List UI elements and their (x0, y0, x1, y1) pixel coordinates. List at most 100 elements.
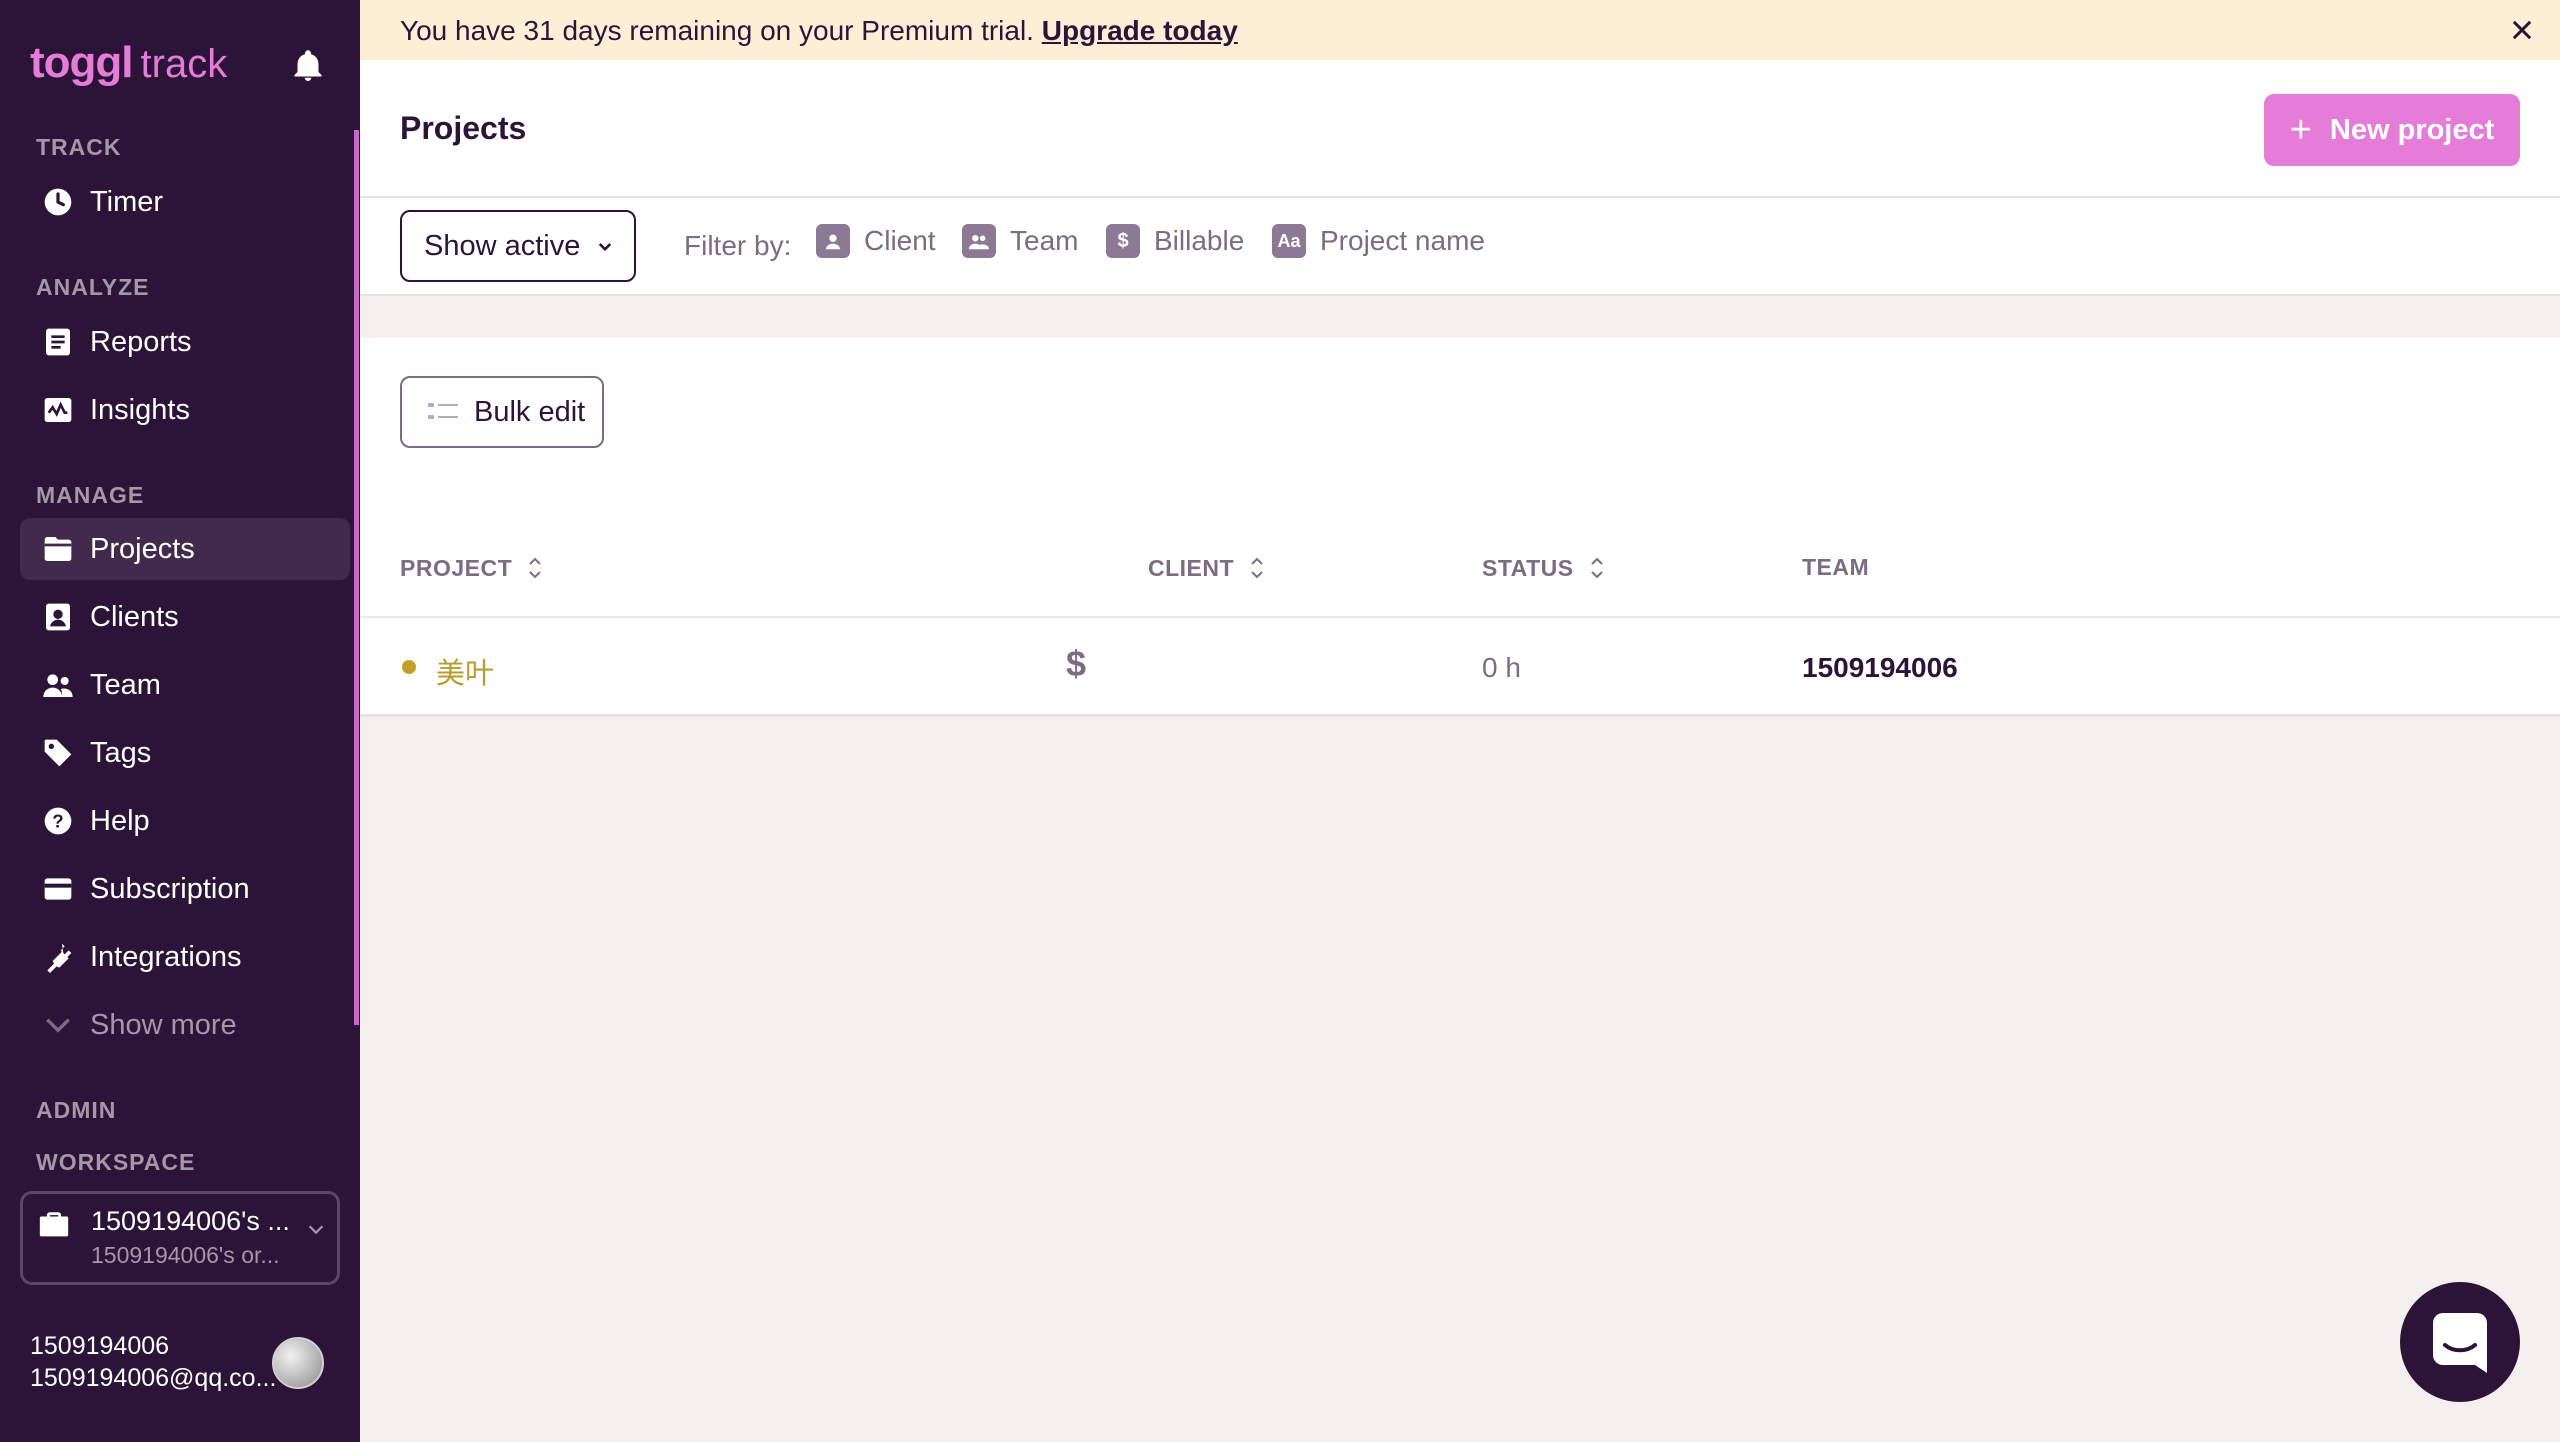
workspace-switcher[interactable]: 1509194006's ... 1509194006's or... (20, 1191, 340, 1285)
credit-card-icon (20, 858, 84, 920)
sidebar-item-label: Projects (90, 532, 195, 565)
logo-primary: toggl (30, 38, 134, 87)
sidebar-item-label: Tags (90, 736, 152, 769)
sidebar-item-tags[interactable]: Tags (20, 722, 350, 784)
list-icon (428, 403, 458, 419)
column-header-project[interactable]: PROJECT (400, 554, 544, 582)
help-icon: ? (20, 790, 84, 852)
sidebar-item-label: Reports (90, 325, 192, 358)
avatar[interactable] (272, 1337, 324, 1389)
sidebar-item-insights[interactable]: Insights (20, 379, 350, 441)
clock-icon (20, 171, 84, 233)
section-manage: MANAGE (36, 482, 145, 508)
sidebar-item-show-more[interactable]: Show more (20, 994, 350, 1056)
project-color-dot (402, 660, 416, 674)
user-id[interactable]: 1509194006 (30, 1332, 169, 1361)
upgrade-link[interactable]: Upgrade today (1042, 15, 1238, 46)
sidebar-item-label: Help (90, 804, 150, 837)
close-icon[interactable] (2508, 16, 2536, 44)
page-header: Projects + New project (360, 60, 2560, 198)
divider (360, 714, 2560, 717)
team-icon (20, 654, 84, 716)
sidebar-item-label: Team (90, 668, 161, 701)
sidebar-item-projects[interactable]: Projects (20, 518, 350, 580)
sidebar-item-label: Clients (90, 600, 179, 633)
column-label: CLIENT (1148, 554, 1235, 581)
sidebar-item-subscription[interactable]: Subscription (20, 858, 350, 920)
plug-icon (20, 926, 84, 988)
dollar-icon: $ (1106, 224, 1140, 258)
text-icon: Aa (1272, 224, 1306, 258)
folder-icon (20, 518, 84, 580)
briefcase-icon (39, 1212, 69, 1237)
project-team: 1509194006 (1802, 652, 1958, 683)
filter-client-label: Client (864, 225, 936, 256)
show-select-value: Show active (424, 229, 581, 262)
insights-icon (20, 379, 84, 441)
chat-icon (2433, 1313, 2487, 1373)
divider (360, 616, 2560, 618)
chat-launcher-button[interactable] (2400, 1282, 2520, 1402)
projects-panel: Bulk edit PROJECT CLIENT STATUS TEAM 美叶 … (360, 338, 2560, 717)
sidebar-item-timer[interactable]: Timer (20, 171, 350, 233)
logo-secondary: track (140, 42, 228, 86)
sidebar: toggl track TRACK Timer ANALYZE Reports … (0, 0, 360, 1442)
column-header-team: TEAM (1802, 554, 1869, 581)
sidebar-item-reports[interactable]: Reports (20, 311, 350, 373)
sidebar-item-label: Timer (90, 185, 164, 218)
filter-label: Filter by: (684, 230, 792, 261)
reports-icon (20, 311, 84, 373)
project-status: 0 h (1482, 652, 1521, 683)
sidebar-scrollbar[interactable] (354, 130, 359, 1025)
column-label: STATUS (1482, 554, 1574, 581)
svg-text:?: ? (52, 811, 63, 832)
column-label: TEAM (1802, 554, 1870, 580)
client-icon (816, 224, 850, 258)
chevron-down-icon (598, 243, 612, 252)
sidebar-item-label: Subscription (90, 872, 250, 905)
sidebar-item-label: Integrations (90, 940, 242, 973)
workspace-name: 1509194006's ... (91, 1206, 290, 1236)
banner-text: You have 31 days remaining on your Premi… (400, 15, 1238, 47)
page-title: Projects (400, 110, 527, 146)
filter-client[interactable]: Client (816, 224, 936, 258)
column-label: PROJECT (400, 554, 513, 581)
trial-banner: You have 31 days remaining on your Premi… (360, 0, 2560, 60)
filter-billable-label: Billable (1154, 225, 1245, 256)
chevron-down-icon (308, 1225, 324, 1235)
chevron-down-icon (20, 994, 84, 1056)
new-project-button[interactable]: + New project (2264, 94, 2520, 166)
bulk-edit-button[interactable]: Bulk edit (400, 376, 604, 448)
sidebar-item-help[interactable]: ? Help (20, 790, 350, 852)
bell-icon[interactable] (290, 48, 326, 84)
filter-team[interactable]: Team (962, 224, 1078, 258)
team-icon (962, 224, 996, 258)
toggl-track-logo[interactable]: toggl track (30, 38, 227, 90)
column-header-status[interactable]: STATUS (1482, 554, 1606, 582)
sort-icon (1251, 557, 1263, 579)
sidebar-item-integrations[interactable]: Integrations (20, 926, 350, 988)
filter-project-name[interactable]: Aa Project name (1272, 224, 1485, 258)
sidebar-item-label: Show more (90, 1008, 237, 1041)
sidebar-item-clients[interactable]: Clients (20, 586, 350, 648)
filter-billable[interactable]: $ Billable (1106, 224, 1244, 258)
billable-icon: $ (1066, 643, 1087, 684)
filter-bar: Show active Filter by: Client Team $ Bil… (360, 198, 2560, 296)
section-analyze: ANALYZE (36, 274, 150, 300)
client-icon (20, 586, 84, 648)
sidebar-item-label: Insights (90, 393, 190, 426)
user-email[interactable]: 1509194006@qq.co... (30, 1364, 276, 1393)
tag-icon (20, 722, 84, 784)
new-project-label: New project (2329, 113, 2495, 146)
banner-message: You have 31 days remaining on your Premi… (400, 15, 1034, 46)
plus-icon: + (2289, 109, 2312, 151)
sort-icon (529, 557, 541, 579)
project-name[interactable]: 美叶 (436, 650, 494, 692)
column-header-client[interactable]: CLIENT (1148, 554, 1266, 582)
sidebar-item-team[interactable]: Team (20, 654, 350, 716)
workspace-org: 1509194006's or... (91, 1242, 280, 1268)
filter-project-name-label: Project name (1320, 225, 1485, 256)
show-active-select[interactable]: Show active (400, 210, 636, 282)
section-track: TRACK (36, 134, 122, 160)
filter-team-label: Team (1010, 225, 1079, 256)
